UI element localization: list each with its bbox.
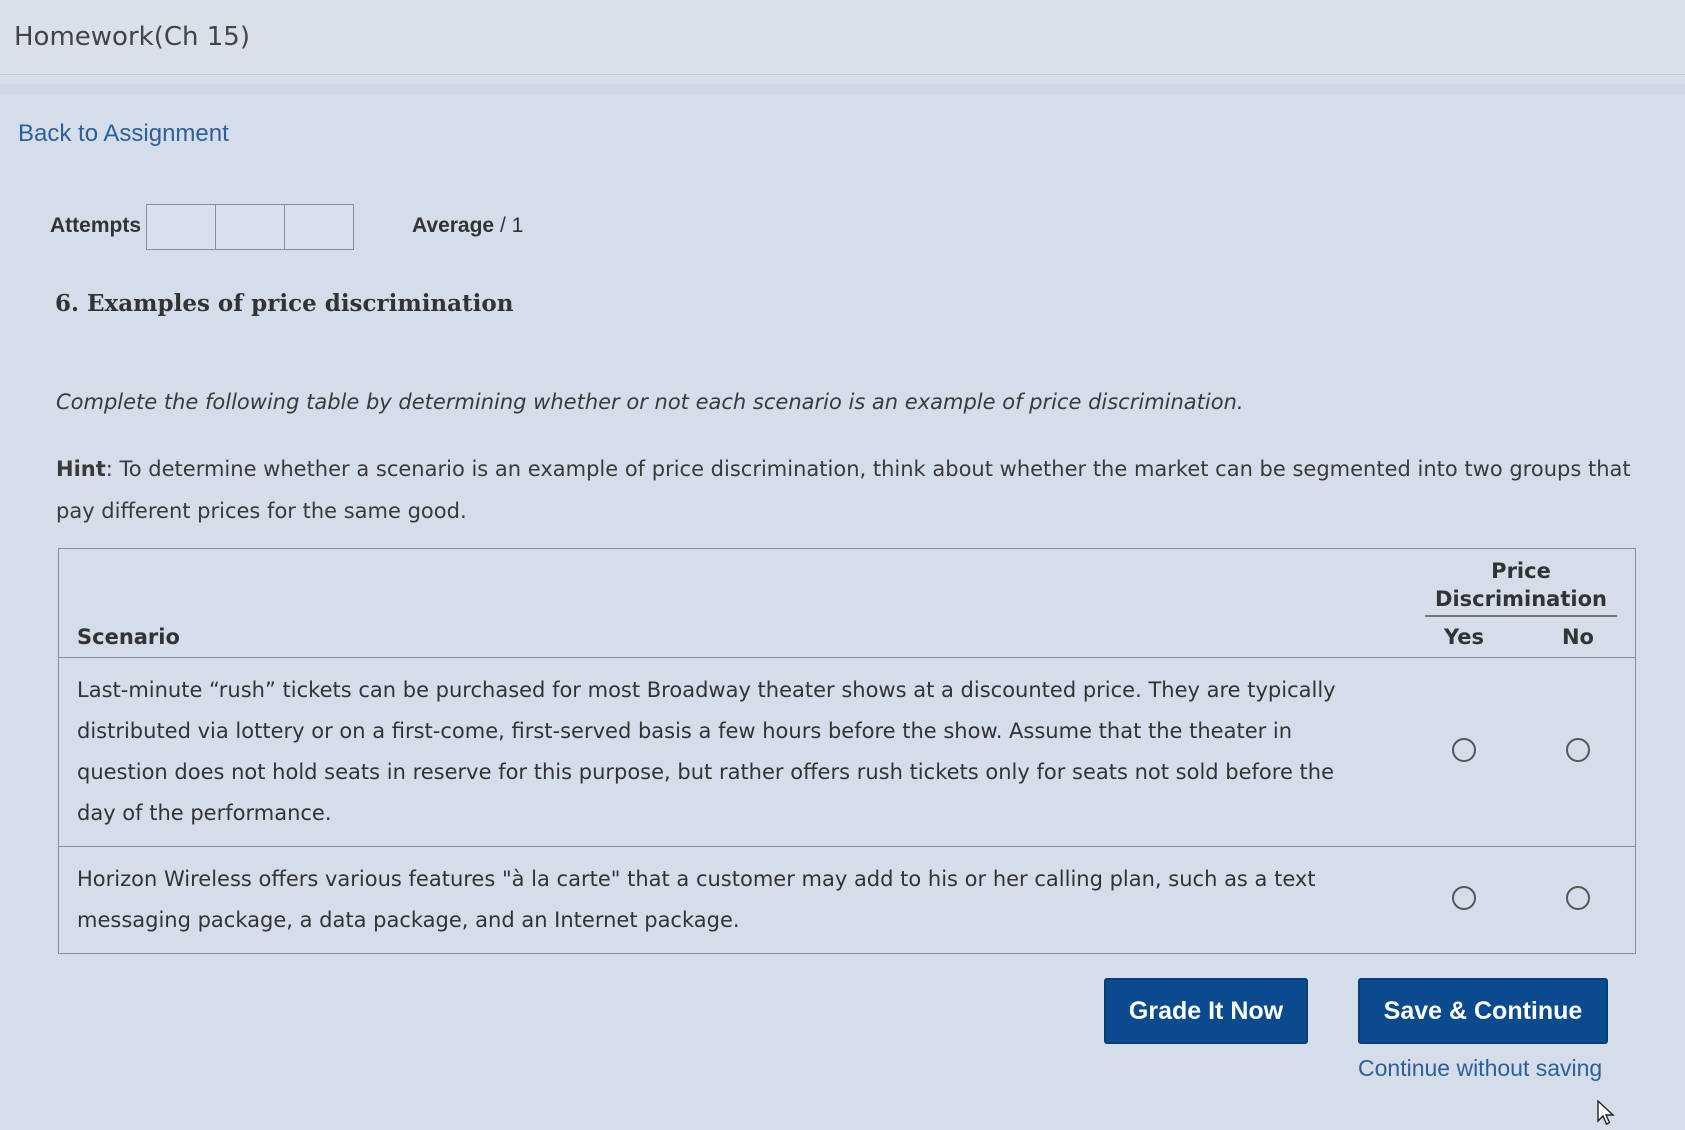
question-instructions: Complete the following table by determin…: [56, 390, 1244, 414]
question-title: 6. Examples of price discrimination: [55, 290, 514, 317]
hint-text: : To determine whether a scenario is an …: [56, 457, 1631, 523]
table-row: Horizon Wireless offers various features…: [58, 846, 1636, 954]
attempt-box: [146, 204, 216, 250]
column-group-title: Price Discrimination: [1425, 557, 1617, 617]
radio-no[interactable]: [1566, 886, 1590, 910]
attempts-label: Attempts: [50, 214, 142, 237]
page-title: Homework(Ch 15): [14, 22, 250, 52]
radio-no[interactable]: [1566, 738, 1590, 762]
yes-cell: [1407, 657, 1521, 847]
back-to-assignment-link[interactable]: Back to Assignment: [18, 120, 229, 148]
price-discrimination-table: Scenario Price Discrimination Yes No Las…: [58, 548, 1636, 954]
header-bar: Homework(Ch 15): [0, 0, 1685, 75]
continue-without-saving-link[interactable]: Continue without saving: [1358, 1055, 1602, 1082]
column-header-scenario: Scenario: [77, 625, 180, 649]
table-row: Last-minute “rush” tickets can be purcha…: [58, 657, 1636, 847]
yes-cell: [1407, 846, 1521, 954]
save-and-continue-button[interactable]: Save & Continue: [1358, 978, 1608, 1044]
grade-it-now-button[interactable]: Grade It Now: [1104, 978, 1308, 1044]
mouse-cursor-icon: [1597, 1100, 1615, 1125]
hint-label: Hint: [56, 457, 106, 481]
hint: Hint: To determine whether a scenario is…: [56, 448, 1636, 532]
attempt-box: [215, 204, 285, 250]
average-label: Average: [412, 214, 495, 237]
average-score: Average / 1: [412, 214, 523, 238]
attempt-boxes: [146, 204, 354, 250]
no-cell: [1521, 846, 1636, 954]
average-value: / 1: [499, 214, 524, 237]
column-header-no: No: [1521, 619, 1636, 658]
column-group-header: Price Discrimination: [1407, 549, 1636, 620]
column-header-yes: Yes: [1407, 619, 1521, 658]
radio-yes[interactable]: [1452, 886, 1476, 910]
scenario-text: Last-minute “rush” tickets can be purcha…: [58, 657, 1407, 847]
sub-header-strip: [0, 84, 1685, 94]
scenario-text: Horizon Wireless offers various features…: [58, 846, 1407, 954]
no-cell: [1521, 657, 1636, 847]
radio-yes[interactable]: [1452, 738, 1476, 762]
attempt-box: [284, 204, 354, 250]
